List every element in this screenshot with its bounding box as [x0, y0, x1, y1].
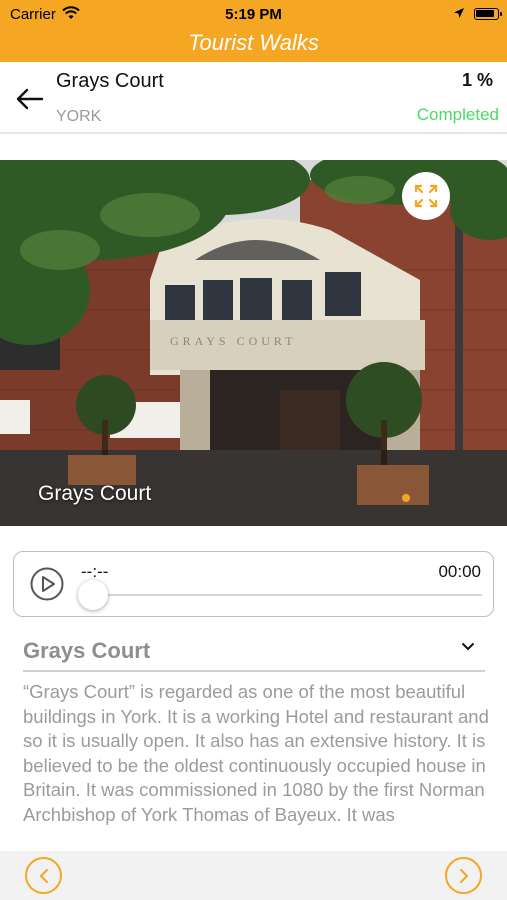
back-button[interactable] — [14, 84, 48, 114]
status-bar: Carrier 5:19 PM — [0, 0, 507, 28]
back-arrow-icon — [16, 88, 44, 110]
stop-description-header[interactable]: Grays Court — [23, 630, 485, 672]
play-button[interactable] — [30, 567, 64, 601]
walk-title: Grays Court — [56, 70, 164, 92]
walk-header: Grays Court YORK 1 % Completed — [0, 62, 507, 134]
battery-level — [476, 10, 494, 17]
expand-icon — [414, 184, 438, 208]
chevron-right-icon — [460, 869, 469, 883]
elapsed-time: --:-- — [81, 562, 109, 581]
total-duration: 00:00 — [438, 562, 481, 581]
expand-button[interactable] — [402, 172, 450, 220]
clock: 5:19 PM — [225, 6, 282, 23]
audio-player: --:-- 00:00 — [13, 551, 494, 617]
page-indicator-dot[interactable] — [402, 494, 410, 502]
top-bar: Carrier 5:19 PM Tourist Walks — [0, 0, 507, 62]
battery-icon — [474, 8, 502, 20]
seek-thumb[interactable] — [78, 580, 108, 610]
chevron-down-icon — [462, 643, 474, 651]
seek-track[interactable] — [92, 594, 482, 596]
play-icon — [30, 567, 64, 601]
stop-description: “Grays Court” is regarded as one of the … — [23, 681, 489, 825]
chevron-left-icon — [39, 869, 48, 883]
svg-text:GRAYS COURT: GRAYS COURT — [170, 334, 297, 348]
location-arrow-icon — [453, 6, 465, 23]
stop-title: Grays Court — [23, 638, 151, 663]
photo-caption: Grays Court — [38, 482, 152, 505]
walk-city: YORK — [56, 108, 102, 125]
app-title: Tourist Walks — [188, 30, 319, 55]
bottom-nav-bar — [0, 851, 507, 900]
progress-percent: 1 % — [461, 70, 493, 90]
next-stop-button[interactable] — [445, 857, 482, 894]
completion-status: Completed — [416, 105, 499, 124]
stop-photo-carousel[interactable]: GRAYS COURT Grays Court — [0, 160, 507, 526]
previous-stop-button[interactable] — [25, 857, 62, 894]
